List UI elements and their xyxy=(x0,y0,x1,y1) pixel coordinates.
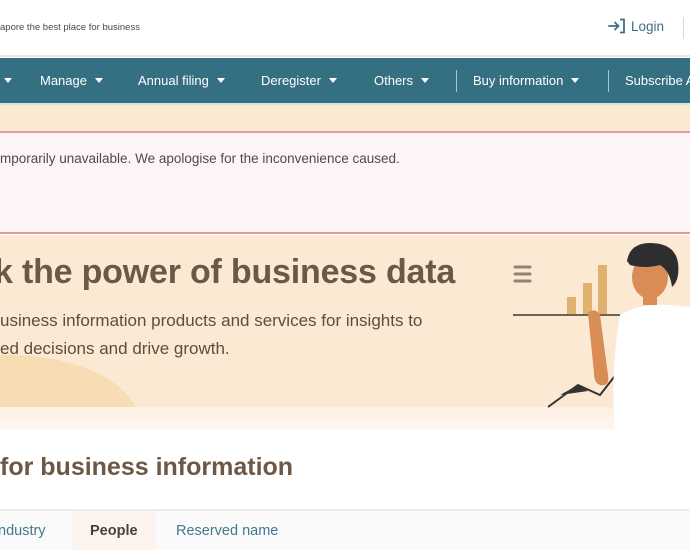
hero-subtitle: usiness information products and service… xyxy=(0,311,423,358)
top-header: apore the best place for business Login xyxy=(0,0,690,57)
site-tagline: apore the best place for business xyxy=(0,22,140,33)
search-section: for business information xyxy=(0,429,690,509)
alert-message: mporarily unavailable. We apologise for … xyxy=(0,151,400,166)
hero-title: k the power of business data xyxy=(0,253,456,291)
caret-down-icon xyxy=(571,78,580,83)
hero-illustration xyxy=(513,243,690,429)
notice-strip xyxy=(0,105,690,132)
nav-divider xyxy=(456,70,457,92)
person-arm xyxy=(588,310,609,386)
login-label: Login xyxy=(631,18,665,34)
caret-down-icon xyxy=(421,78,430,83)
nav-item-deregister[interactable]: Deregister xyxy=(261,58,337,103)
nav-item-others[interactable]: Others xyxy=(374,58,430,103)
menu-lines-icon xyxy=(513,265,532,283)
tab-people[interactable]: People xyxy=(72,511,156,550)
chart-bar xyxy=(583,283,592,314)
header-divider xyxy=(683,17,684,39)
caret-down-icon xyxy=(4,78,12,83)
caret-down-icon xyxy=(216,78,225,83)
person-body xyxy=(613,304,690,429)
nav-item-buy-information[interactable]: Buy information xyxy=(473,58,580,103)
tab-reserved-name[interactable]: Reserved name xyxy=(176,511,278,550)
nav-item-menu[interactable] xyxy=(0,58,12,103)
nav-item-manage[interactable]: Manage xyxy=(40,58,103,103)
main-navigation: Manage Annual filing Deregister Others B… xyxy=(0,58,690,105)
nav-item-subscribe[interactable]: Subscribe A xyxy=(625,58,690,103)
hero-banner: k the power of business data usiness inf… xyxy=(0,235,690,429)
login-button[interactable]: Login xyxy=(608,18,664,34)
nav-divider xyxy=(608,70,609,92)
caret-down-icon xyxy=(328,78,337,83)
nav-item-annual-filing[interactable]: Annual filing xyxy=(138,58,225,103)
chart-bar xyxy=(567,297,576,314)
caret-down-icon xyxy=(94,78,103,83)
search-tabs: ndustry People Reserved name xyxy=(0,509,690,550)
chart-bar xyxy=(598,265,607,314)
tab-industry[interactable]: ndustry xyxy=(0,511,46,550)
section-title: for business information xyxy=(0,453,294,481)
maintenance-alert: mporarily unavailable. We apologise for … xyxy=(0,131,690,234)
login-arrow-icon xyxy=(608,18,625,34)
